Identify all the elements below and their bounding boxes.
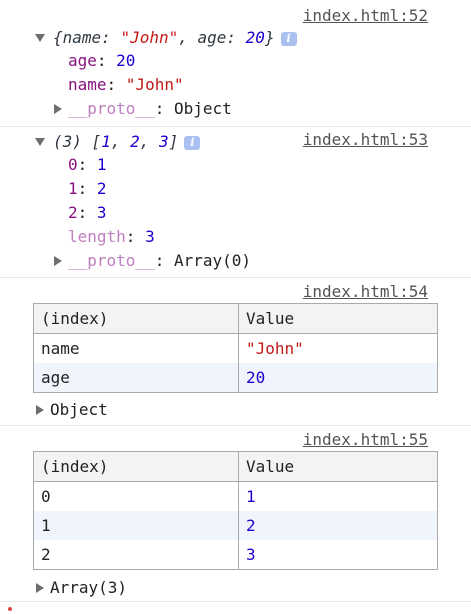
property-value: 2 bbox=[96, 179, 107, 198]
table-cell-value: 3 bbox=[238, 540, 438, 570]
bracket-open: [ bbox=[91, 132, 102, 151]
table-header-index[interactable]: (index) bbox=[33, 451, 239, 482]
console-message-object: index.html:52 { name: "John", age: 20} i a… bbox=[0, 0, 471, 127]
property-row: 2: 3 bbox=[68, 203, 107, 222]
property-value: 3 bbox=[145, 227, 155, 246]
proto-value: Object bbox=[173, 99, 232, 118]
console-message-array: index.html:53 (3) [1, 2, 3] i 0: 1 1: 2 2… bbox=[0, 127, 471, 278]
array-summary[interactable]: (3) [1, 2, 3] i bbox=[35, 130, 201, 154]
proto-row[interactable]: __proto__: Object bbox=[54, 97, 232, 121]
property-value: 1 bbox=[96, 155, 107, 174]
proto-key: __proto__ bbox=[68, 251, 155, 270]
table-header-value[interactable]: Value bbox=[238, 303, 438, 334]
table-cell-index: 2 bbox=[33, 540, 239, 570]
console-message-table-array: index.html:55 (index) Value 0 1 1 2 2 3 … bbox=[0, 426, 471, 602]
console-message-table-object: index.html:54 (index) Value name "John" … bbox=[0, 278, 471, 426]
proto-key: __proto__ bbox=[68, 99, 155, 118]
table-cell-index: 1 bbox=[33, 511, 239, 540]
property-row: length: 3 bbox=[68, 227, 155, 246]
triangle-right-icon[interactable] bbox=[54, 255, 62, 266]
table-header-row: (index) Value bbox=[33, 451, 438, 482]
property-value: 20 bbox=[116, 51, 136, 70]
table-row: name "John" bbox=[33, 333, 438, 363]
array-count: (3) bbox=[53, 132, 82, 151]
summary-separator: , bbox=[178, 28, 198, 47]
summary-key-age: age bbox=[197, 28, 227, 47]
table-cell-index: age bbox=[33, 363, 239, 393]
console-table: (index) Value name "John" age 20 bbox=[33, 303, 438, 393]
source-link[interactable]: index.html:54 bbox=[303, 282, 428, 302]
source-link[interactable]: index.html:53 bbox=[303, 130, 428, 150]
footer-label: Array(3) bbox=[50, 578, 128, 597]
property-key: 2 bbox=[68, 203, 78, 222]
table-row: 0 1 bbox=[33, 481, 438, 511]
triangle-right-icon[interactable] bbox=[36, 582, 44, 593]
table-cell-value: "John" bbox=[238, 333, 438, 363]
brace-open: { bbox=[53, 28, 63, 47]
property-value: 3 bbox=[96, 203, 107, 222]
table-row: 1 2 bbox=[33, 511, 438, 540]
table-row: age 20 bbox=[33, 363, 438, 393]
proto-value: Array(0) bbox=[173, 251, 252, 270]
triangle-down-icon[interactable] bbox=[35, 137, 45, 146]
property-key: age bbox=[68, 51, 97, 70]
property-key: 1 bbox=[68, 179, 78, 198]
object-footer[interactable]: Object bbox=[36, 398, 108, 422]
source-link[interactable]: index.html:55 bbox=[303, 430, 428, 450]
proto-row[interactable]: __proto__: Array(0) bbox=[54, 249, 251, 273]
table-row: 2 3 bbox=[33, 540, 438, 570]
table-cell-index: name bbox=[33, 333, 239, 363]
property-row: name: "John" bbox=[68, 75, 184, 94]
table-cell-index: 0 bbox=[33, 481, 239, 511]
source-link[interactable]: index.html:52 bbox=[303, 6, 428, 26]
bracket-close: ] bbox=[168, 132, 179, 151]
table-cell-value: 2 bbox=[238, 511, 438, 540]
table-cell-value: 20 bbox=[238, 363, 438, 393]
triangle-right-icon[interactable] bbox=[36, 404, 44, 415]
table-header-row: (index) Value bbox=[33, 303, 438, 334]
footer-label: Object bbox=[50, 400, 108, 419]
property-value: "John" bbox=[125, 75, 184, 94]
property-key: name bbox=[68, 75, 107, 94]
triangle-right-icon[interactable] bbox=[54, 103, 62, 114]
summary-value-age: 20 bbox=[245, 28, 265, 47]
property-row: 0: 1 bbox=[68, 155, 107, 174]
property-key: 0 bbox=[68, 155, 78, 174]
array-item: 1 bbox=[101, 132, 111, 151]
array-item: 3 bbox=[159, 132, 169, 151]
prompt-marker-icon bbox=[8, 607, 12, 611]
property-row: 1: 2 bbox=[68, 179, 107, 198]
table-cell-value: 1 bbox=[238, 481, 438, 511]
property-row: age: 20 bbox=[68, 51, 136, 70]
brace-close: } bbox=[264, 28, 275, 47]
property-key: length bbox=[68, 227, 126, 246]
summary-key-name: name bbox=[62, 28, 102, 47]
info-badge-icon[interactable]: i bbox=[184, 135, 201, 150]
table-header-value[interactable]: Value bbox=[238, 451, 438, 482]
table-header-index[interactable]: (index) bbox=[33, 303, 239, 334]
object-summary[interactable]: {name: "John", age: 20} i bbox=[35, 26, 297, 50]
info-badge-icon[interactable]: i bbox=[280, 31, 297, 46]
array-footer[interactable]: Array(3) bbox=[36, 576, 127, 600]
triangle-down-icon[interactable] bbox=[35, 33, 45, 42]
console-table: (index) Value 0 1 1 2 2 3 bbox=[33, 451, 438, 570]
array-item: 2 bbox=[130, 132, 140, 151]
summary-value-name: "John" bbox=[120, 28, 179, 47]
